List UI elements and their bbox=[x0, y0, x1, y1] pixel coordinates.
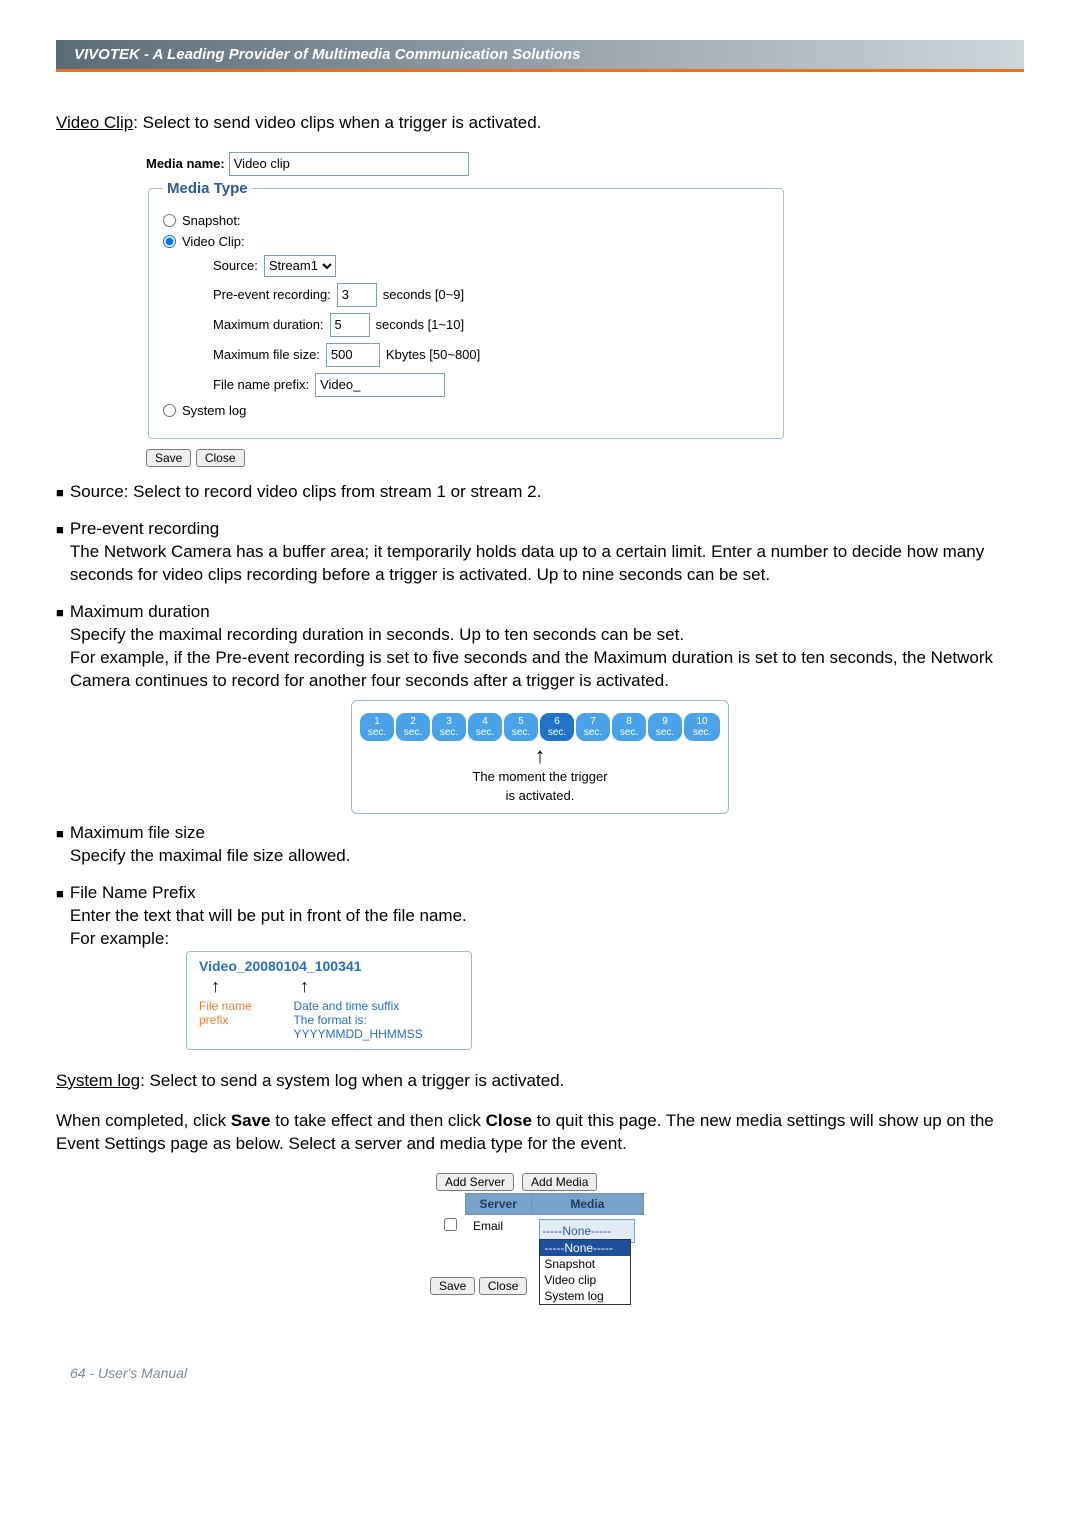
close-button[interactable]: Close bbox=[196, 449, 245, 467]
media-option[interactable]: Snapshot bbox=[540, 1256, 630, 1272]
completion-close: Close bbox=[486, 1111, 532, 1130]
timeline-sec: 5 sec. bbox=[504, 713, 538, 741]
source-bullet: Source: Select to record video clips fro… bbox=[70, 481, 541, 504]
maxsize-bullet-body: Specify the maximal file size allowed. bbox=[70, 845, 351, 868]
videoclip-label: Video Clip: bbox=[182, 234, 245, 249]
example-suffix: 20080104_100341 bbox=[245, 958, 362, 974]
timeline-caption2: is activated. bbox=[360, 788, 720, 803]
example-label-suffix2: The format is: YYYYMMDD_HHMMSS bbox=[293, 1013, 422, 1041]
media-column-header: Media bbox=[531, 1193, 643, 1214]
maxduration-bullet-body2: For example, if the Pre-event recording … bbox=[70, 647, 1024, 693]
snapshot-label: Snapshot: bbox=[182, 213, 241, 228]
timeline-sec: 7 sec. bbox=[576, 713, 610, 741]
example-label-suffix1: Date and time suffix bbox=[293, 999, 399, 1013]
example-label-prefix: File name prefix bbox=[199, 999, 283, 1041]
timeline-caption1: The moment the trigger bbox=[360, 769, 720, 784]
timeline-sec: 10 sec. bbox=[684, 713, 720, 741]
media-name-input[interactable] bbox=[229, 152, 469, 176]
bullet-icon: ■ bbox=[56, 825, 64, 868]
video-clip-title: Video Clip bbox=[56, 113, 133, 132]
maxduration-label: Maximum duration: bbox=[213, 317, 324, 332]
add-server-button[interactable]: Add Server bbox=[436, 1173, 514, 1191]
media-option[interactable]: -----None----- bbox=[540, 1240, 630, 1256]
completion-text-a: When completed, click bbox=[56, 1111, 231, 1130]
page-footer: 64 - User's Manual bbox=[56, 1365, 1024, 1381]
bullet-icon: ■ bbox=[56, 521, 64, 587]
maxduration-hint: seconds [1~10] bbox=[376, 317, 465, 332]
up-arrow-icon: ↑ bbox=[360, 747, 720, 765]
maxduration-bullet-body1: Specify the maximal recording duration i… bbox=[70, 624, 1024, 647]
media-option[interactable]: System log bbox=[540, 1288, 630, 1304]
bullet-icon: ■ bbox=[56, 484, 64, 504]
maxsize-label: Maximum file size: bbox=[213, 347, 320, 362]
systemlog-title: System log bbox=[56, 1071, 140, 1090]
preevent-bullet-title: Pre-event recording bbox=[70, 518, 1024, 541]
event-close-button[interactable]: Close bbox=[479, 1277, 528, 1295]
systemlog-desc: : Select to send a system log when a tri… bbox=[140, 1071, 564, 1090]
snapshot-radio[interactable] bbox=[163, 214, 176, 227]
media-name-label: Media name: bbox=[146, 156, 225, 171]
preevent-hint: seconds [0~9] bbox=[383, 287, 464, 302]
timeline-sec: 6 sec. bbox=[540, 713, 574, 741]
media-option[interactable]: Video clip bbox=[540, 1272, 630, 1288]
filename-example: Video_20080104_100341 ↑ ↑ File name pref… bbox=[186, 951, 472, 1050]
maxduration-bullet-title: Maximum duration bbox=[70, 601, 1024, 624]
completion-save: Save bbox=[231, 1111, 271, 1130]
source-label: Source: bbox=[213, 258, 258, 273]
timeline-sec: 8 sec. bbox=[612, 713, 646, 741]
bullet-icon: ■ bbox=[56, 885, 64, 951]
media-type-fieldset: Media Type Snapshot: Video Clip: Source:… bbox=[148, 180, 784, 439]
source-select[interactable]: Stream1 bbox=[264, 255, 336, 277]
example-prefix: Video_ bbox=[199, 958, 245, 974]
media-dropdown[interactable]: -----None-----SnapshotVideo clipSystem l… bbox=[539, 1239, 631, 1305]
preevent-input[interactable] bbox=[337, 283, 377, 307]
preevent-label: Pre-event recording: bbox=[213, 287, 331, 302]
maxsize-input[interactable] bbox=[326, 343, 380, 367]
for-example-label: For example: bbox=[70, 928, 169, 951]
timeline-sec: 2 sec. bbox=[396, 713, 430, 741]
maxduration-input[interactable] bbox=[330, 313, 370, 337]
filename-bullet-body: Enter the text that will be put in front… bbox=[70, 905, 467, 928]
timeline-diagram: 1 sec.2 sec.3 sec.4 sec.5 sec.6 sec.7 se… bbox=[351, 700, 729, 814]
up-arrow-icon: ↑ bbox=[211, 976, 220, 997]
save-button[interactable]: Save bbox=[146, 449, 191, 467]
server-column-header: Server bbox=[465, 1193, 531, 1214]
maxsize-bullet-title: Maximum file size bbox=[70, 822, 351, 845]
media-type-legend: Media Type bbox=[163, 180, 252, 197]
event-settings-panel: Add Server Add Media Server Media Email … bbox=[430, 1173, 650, 1295]
video-clip-heading: Video Clip: Select to send video clips w… bbox=[56, 112, 1024, 135]
videoclip-radio[interactable] bbox=[163, 235, 176, 248]
prefix-input[interactable] bbox=[315, 373, 445, 397]
systemlog-label: System log bbox=[182, 403, 246, 418]
prefix-label: File name prefix: bbox=[213, 377, 309, 392]
preevent-bullet-body: The Network Camera has a buffer area; it… bbox=[70, 541, 1024, 587]
timeline-sec: 1 sec. bbox=[360, 713, 394, 741]
maxsize-hint: Kbytes [50~800] bbox=[386, 347, 480, 362]
filename-bullet-title: File Name Prefix bbox=[70, 882, 467, 905]
event-save-button[interactable]: Save bbox=[430, 1277, 475, 1295]
add-media-button[interactable]: Add Media bbox=[522, 1173, 597, 1191]
media-settings-panel: Media name: Media Type Snapshot: Video C… bbox=[146, 152, 786, 439]
doc-header: VIVOTEK - A Leading Provider of Multimed… bbox=[56, 40, 1024, 72]
timeline-sec: 3 sec. bbox=[432, 713, 466, 741]
completion-text-b: to take effect and then click bbox=[271, 1111, 486, 1130]
timeline-sec: 4 sec. bbox=[468, 713, 502, 741]
event-row-server: Email bbox=[465, 1214, 531, 1247]
bullet-icon: ■ bbox=[56, 604, 64, 693]
event-row-checkbox[interactable] bbox=[444, 1218, 457, 1231]
systemlog-radio[interactable] bbox=[163, 404, 176, 417]
video-clip-desc: : Select to send video clips when a trig… bbox=[133, 113, 541, 132]
up-arrow-icon: ↑ bbox=[300, 976, 309, 997]
timeline-sec: 9 sec. bbox=[648, 713, 682, 741]
